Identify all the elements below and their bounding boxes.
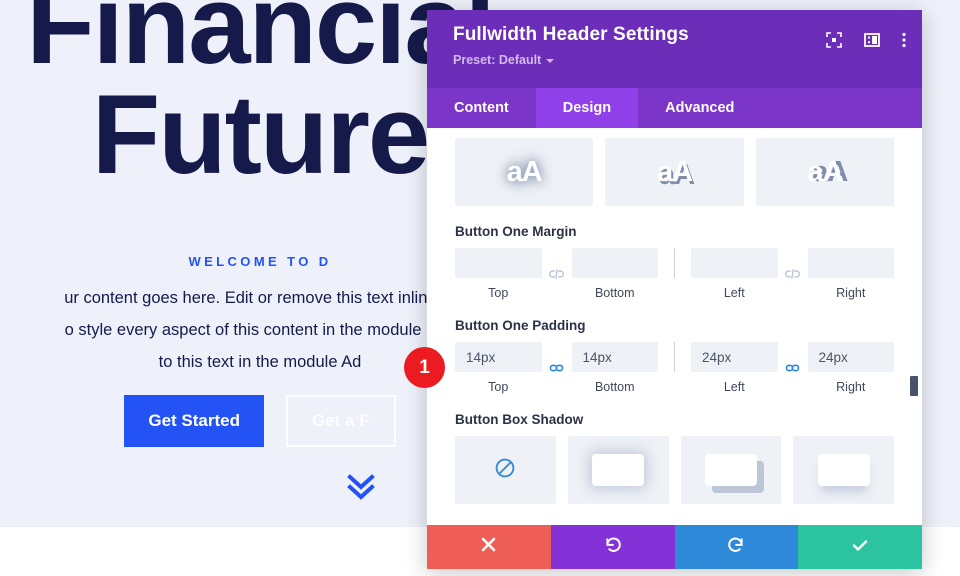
text-shadow-preset-offset[interactable]: aA [605,138,744,206]
box-shadow-sample-offset-hard [704,454,757,486]
box-shadow-preset-soft-glow[interactable] [567,436,669,504]
preset-label: Preset: Default [453,53,542,67]
text-shadow-sample-right: aA [807,155,843,188]
text-shadow-preset-glow[interactable]: aA [455,138,594,206]
redo-button[interactable] [674,525,799,569]
modal-header: Fullwidth Header Settings Preset: Defaul… [427,10,922,88]
padding-bottom-input[interactable] [571,342,658,372]
padding-right-cell: Right [807,342,894,394]
padding-right-label: Right [836,380,866,394]
padding-bottom-label: Bottom [594,380,635,394]
modal-header-icons [826,32,906,48]
margin-top-bottom-link-unlinked-icon[interactable] [542,259,572,289]
padding-left-label: Left [723,380,745,394]
button-one-padding-label: Button One Padding [455,318,586,333]
button-one-padding-group: Top Bottom Left [455,342,894,394]
panel-layout-icon[interactable] [864,32,880,48]
get-started-button[interactable]: Get Started [124,395,264,447]
text-shadow-sample-glow: aA [506,155,543,188]
padding-bottom-cell: Bottom [571,342,658,394]
button-one-margin-label: Button One Margin [455,224,577,239]
redo-icon [726,535,746,560]
margin-top-input[interactable] [455,248,542,278]
modal-body: aA aA aA Button One Margin Top Bottom Le… [427,128,922,525]
box-shadow-preset-none[interactable] [455,436,556,504]
undo-icon [603,535,623,560]
tab-design[interactable]: Design [535,88,639,128]
modal-footer-actions [427,525,922,569]
margin-right-input[interactable] [807,248,894,278]
margin-right-cell: Right [807,248,894,300]
margin-divider [674,248,675,278]
chevron-down-icon [546,59,555,63]
margin-bottom-input[interactable] [571,248,658,278]
padding-left-cell: Left [691,342,778,394]
more-vertical-icon[interactable] [902,32,906,48]
undo-button[interactable] [550,525,675,569]
no-shadow-icon [494,457,516,484]
modal-tab-bar: Content Design Advanced [427,88,922,128]
margin-left-cell: Left [691,248,778,300]
cancel-button[interactable] [427,525,551,569]
fullwidth-header-settings-modal: Fullwidth Header Settings Preset: Defaul… [427,10,922,569]
padding-divider [674,342,675,372]
margin-bottom-label: Bottom [594,286,635,300]
margin-top-label: Top [488,286,509,300]
box-shadow-preset-offset-hard[interactable] [680,436,782,504]
button-one-margin-group: Top Bottom Left Right [455,248,894,300]
box-shadow-preset-bottom-soft[interactable] [793,436,894,504]
text-shadow-preset-row: aA aA aA [455,138,894,206]
padding-left-input[interactable] [691,342,778,372]
padding-right-input[interactable] [807,342,894,372]
tab-content[interactable]: Content [427,88,536,128]
padding-top-input[interactable] [455,342,542,372]
padding-top-cell: Top [455,342,542,394]
focus-target-icon[interactable] [826,32,842,48]
box-shadow-sample-bottom-soft [817,454,870,486]
padding-top-bottom-link-linked-icon[interactable] [542,353,572,383]
modal-scrollbar-thumb[interactable] [910,376,918,396]
margin-right-label: Right [836,286,866,300]
margin-left-right-link-unlinked-icon[interactable] [778,259,808,289]
margin-left-input[interactable] [691,248,778,278]
button-box-shadow-label: Button Box Shadow [455,412,584,427]
button-box-shadow-preset-row [455,436,894,504]
padding-left-right-link-linked-icon[interactable] [778,353,808,383]
double-chevron-down-icon[interactable] [344,468,378,502]
tab-advanced[interactable]: Advanced [638,88,761,128]
padding-top-label: Top [488,380,509,394]
margin-top-cell: Top [455,248,542,300]
text-shadow-sample-offset: aA [656,155,693,188]
close-icon [480,536,497,558]
box-shadow-sample-soft-glow [592,454,645,486]
get-a-free-quote-button[interactable]: Get a F [286,395,396,447]
step-badge: 1 [404,347,445,388]
save-button[interactable] [798,525,922,569]
preset-selector[interactable]: Preset: Default [453,53,555,67]
text-shadow-preset-right[interactable]: aA [755,138,894,206]
margin-left-label: Left [723,286,745,300]
checkmark-icon [850,535,870,560]
margin-bottom-cell: Bottom [571,248,658,300]
modal-scrollbar-track[interactable] [910,128,918,525]
